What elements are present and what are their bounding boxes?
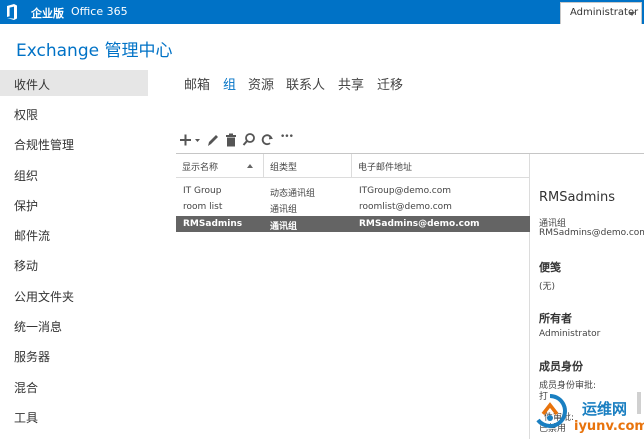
- tab-sharing[interactable]: 共享: [338, 74, 364, 93]
- column-header-display-name[interactable]: 显示名称: [176, 154, 264, 178]
- cell-type: 通讯组: [270, 205, 298, 215]
- column-header-group-type[interactable]: 组类型: [264, 154, 352, 178]
- toolbar: •••: [180, 131, 300, 149]
- details-notes-value: (无): [539, 282, 556, 292]
- watermark-title: 运维网: [582, 400, 628, 418]
- watermark-url: iyunv.com: [574, 419, 644, 434]
- chevron-down-icon: [629, 12, 635, 16]
- details-owner-heading: 所有者: [539, 312, 572, 325]
- cell-email: RMSadmins@demo.com: [359, 219, 480, 229]
- tab-office365[interactable]: Office 365: [71, 5, 128, 18]
- divider: [176, 177, 530, 178]
- table-row-selected[interactable]: RMSadmins 通讯组 RMSadmins@demo.com: [176, 216, 530, 232]
- tab-enterprise[interactable]: 企业版: [31, 5, 64, 21]
- tab-groups[interactable]: 组: [223, 74, 236, 93]
- details-membership-heading: 成员身份: [539, 360, 583, 373]
- tab-migration[interactable]: 迁移: [377, 74, 403, 93]
- watermark: 运维网 iyunv.com: [530, 392, 644, 439]
- grid-header: 显示名称 组类型 电子邮件地址: [176, 154, 530, 178]
- column-label: 显示名称: [182, 163, 219, 173]
- delete-icon[interactable]: [224, 131, 238, 149]
- sidebar-item-mobile[interactable]: 移动: [0, 251, 148, 277]
- sidebar-item-permissions[interactable]: 权限: [0, 100, 148, 126]
- sidebar: 收件人 权限 合规性管理 组织 保护 邮件流 移动 公用文件夹 统一消息 服务器…: [0, 70, 148, 439]
- sidebar-item-compliance[interactable]: 合规性管理: [0, 130, 148, 156]
- cell-email: ITGroup@demo.com: [359, 186, 451, 196]
- cell-type: 通讯组: [270, 222, 298, 232]
- office-logo-icon[interactable]: [6, 4, 18, 20]
- cell-type: 动态通讯组: [270, 189, 316, 199]
- search-icon[interactable]: [242, 131, 256, 149]
- table-row[interactable]: room list 通讯组 roomlist@demo.com: [176, 199, 530, 215]
- table-row[interactable]: IT Group 动态通讯组 ITGroup@demo.com: [176, 183, 530, 199]
- details-owner-value: Administrator: [539, 329, 601, 339]
- page-title: Exchange 管理中心: [16, 41, 173, 61]
- more-icon[interactable]: •••: [280, 132, 294, 150]
- cell-name: room list: [183, 202, 223, 212]
- top-bar: 企业版 Office 365 Administrator: [0, 0, 644, 24]
- add-icon[interactable]: [180, 131, 202, 149]
- sidebar-item-organization[interactable]: 组织: [0, 161, 148, 187]
- cell-email: roomlist@demo.com: [359, 202, 452, 212]
- details-email: RMSadmins@demo.com: [539, 228, 644, 238]
- user-name: Administrator: [570, 7, 639, 18]
- sidebar-item-unified-messaging[interactable]: 统一消息: [0, 312, 148, 338]
- edit-icon[interactable]: [206, 131, 220, 149]
- sidebar-item-servers[interactable]: 服务器: [0, 342, 148, 368]
- sort-ascending-icon: [247, 164, 253, 168]
- cell-name: RMSadmins: [183, 219, 243, 229]
- refresh-icon[interactable]: [260, 131, 274, 149]
- column-header-email[interactable]: 电子邮件地址: [352, 154, 530, 178]
- cell-name: IT Group: [183, 186, 222, 196]
- watermark-logo-icon: [536, 394, 567, 428]
- sidebar-item-recipients[interactable]: 收件人: [0, 70, 148, 96]
- tab-resources[interactable]: 资源: [248, 74, 274, 93]
- sidebar-item-protection[interactable]: 保护: [0, 191, 148, 217]
- sidebar-item-public-folders[interactable]: 公用文件夹: [0, 282, 148, 308]
- details-title: RMSadmins: [539, 190, 616, 205]
- sidebar-item-mail-flow[interactable]: 邮件流: [0, 221, 148, 247]
- tab-contacts[interactable]: 联系人: [286, 74, 325, 93]
- sidebar-item-hybrid[interactable]: 混合: [0, 373, 148, 399]
- user-menu[interactable]: Administrator: [560, 2, 642, 24]
- tab-mailboxes[interactable]: 邮箱: [184, 74, 210, 93]
- details-notes-heading: 便笺: [539, 261, 561, 274]
- sidebar-item-tools[interactable]: 工具: [0, 403, 148, 429]
